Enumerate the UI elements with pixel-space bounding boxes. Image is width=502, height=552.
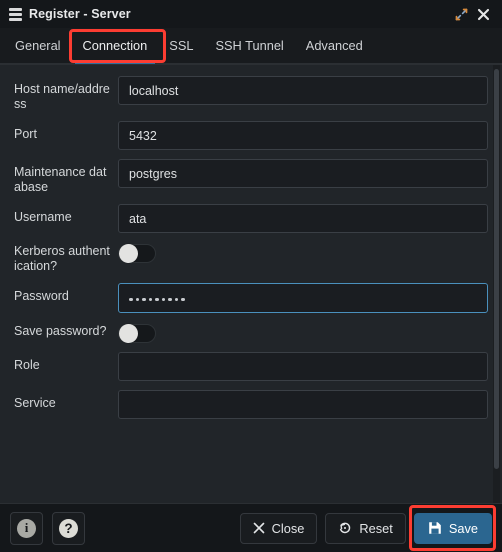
- question-mark-icon: ?: [59, 518, 78, 538]
- reset-button[interactable]: Reset: [325, 512, 406, 544]
- field-row-save-password: Save password?: [14, 322, 488, 343]
- connection-form: Host name/address localhost Port 5432 Ma…: [0, 65, 502, 503]
- tab-ssl[interactable]: SSL: [158, 28, 204, 63]
- reset-circular-arrow-icon: [338, 521, 352, 535]
- port-input[interactable]: 5432: [118, 121, 488, 150]
- tab-ssh-tunnel[interactable]: SSH Tunnel: [204, 28, 294, 63]
- tab-ssh-tunnel-label: SSH Tunnel: [215, 38, 284, 53]
- port-control: 5432: [118, 121, 488, 150]
- host-label: Host name/address: [14, 82, 110, 111]
- field-row-maintenance-database: Maintenance database postgres: [14, 159, 488, 195]
- password-masked-dots: [129, 295, 185, 302]
- username-control: ata: [118, 204, 488, 233]
- password-control: [118, 283, 488, 313]
- field-row-role: Role: [14, 352, 488, 381]
- field-row-service: Service: [14, 390, 488, 419]
- save-password-toggle-knob: [119, 324, 138, 343]
- close-button[interactable]: Close: [239, 512, 318, 544]
- field-row-host: Host name/address localhost: [14, 76, 488, 112]
- role-control: [118, 352, 488, 381]
- tab-advanced[interactable]: Advanced: [295, 28, 374, 63]
- save-password-toggle[interactable]: [118, 324, 156, 343]
- close-button-label: Close: [271, 520, 305, 536]
- maintenance-database-input[interactable]: postgres: [118, 159, 488, 188]
- close-x-icon: [253, 522, 265, 534]
- username-label: Username: [14, 210, 72, 224]
- role-label: Role: [14, 358, 40, 372]
- tab-connection-label: Connection: [82, 38, 148, 53]
- field-row-kerberos: Kerberos authentication?: [14, 242, 488, 274]
- field-row-password: Password: [14, 283, 488, 313]
- save-password-control: [118, 322, 488, 343]
- window-title: Register - Server: [29, 7, 131, 21]
- close-x-icon[interactable]: [472, 3, 494, 25]
- host-input[interactable]: localhost: [118, 76, 488, 105]
- tab-connection[interactable]: Connection: [72, 28, 159, 64]
- role-input[interactable]: [118, 352, 488, 381]
- maximize-diagonal-icon[interactable]: [450, 3, 472, 25]
- info-icon: i: [17, 518, 36, 538]
- password-input[interactable]: [118, 283, 488, 313]
- help-button[interactable]: ?: [52, 511, 85, 545]
- username-input[interactable]: ata: [118, 204, 488, 233]
- service-label: Service: [14, 396, 56, 410]
- title-bar: Register - Server: [0, 0, 502, 28]
- info-button[interactable]: i: [10, 511, 43, 545]
- service-control: [118, 390, 488, 419]
- form-scrollbar-thumb[interactable]: [494, 69, 499, 469]
- port-label: Port: [14, 127, 37, 141]
- save-button-wrapper: Save: [406, 504, 496, 551]
- field-row-username: Username ata: [14, 204, 488, 233]
- server-stack-icon: [9, 7, 22, 21]
- service-input[interactable]: [118, 390, 488, 419]
- dialog-footer: i ? Close Reset Save: [0, 503, 502, 552]
- password-label: Password: [14, 289, 69, 303]
- register-server-dialog: Register - Server General Connection SSL: [0, 0, 502, 552]
- reset-button-label: Reset: [359, 520, 393, 536]
- form-scrollbar[interactable]: [493, 65, 500, 503]
- tab-bar: General Connection SSL SSH Tunnel Advanc…: [0, 28, 502, 64]
- floppy-disk-save-icon: [428, 521, 442, 535]
- tab-general-label: General: [15, 38, 61, 53]
- save-password-label: Save password?: [14, 324, 107, 338]
- host-control: localhost: [118, 76, 488, 105]
- tab-ssl-label: SSL: [169, 38, 194, 53]
- maintenance-database-label: Maintenance database: [14, 165, 107, 194]
- form-scroll-area: Host name/address localhost Port 5432 Ma…: [0, 64, 502, 503]
- kerberos-toggle[interactable]: [118, 244, 156, 263]
- save-button[interactable]: Save: [413, 512, 492, 544]
- kerberos-toggle-knob: [119, 244, 138, 263]
- kerberos-label: Kerberos authentication?: [14, 244, 110, 273]
- field-row-port: Port 5432: [14, 121, 488, 150]
- tab-advanced-label: Advanced: [305, 38, 363, 53]
- kerberos-control: [118, 242, 488, 263]
- save-button-label: Save: [448, 520, 478, 536]
- maintenance-database-control: postgres: [118, 159, 488, 188]
- tab-general[interactable]: General: [4, 28, 72, 63]
